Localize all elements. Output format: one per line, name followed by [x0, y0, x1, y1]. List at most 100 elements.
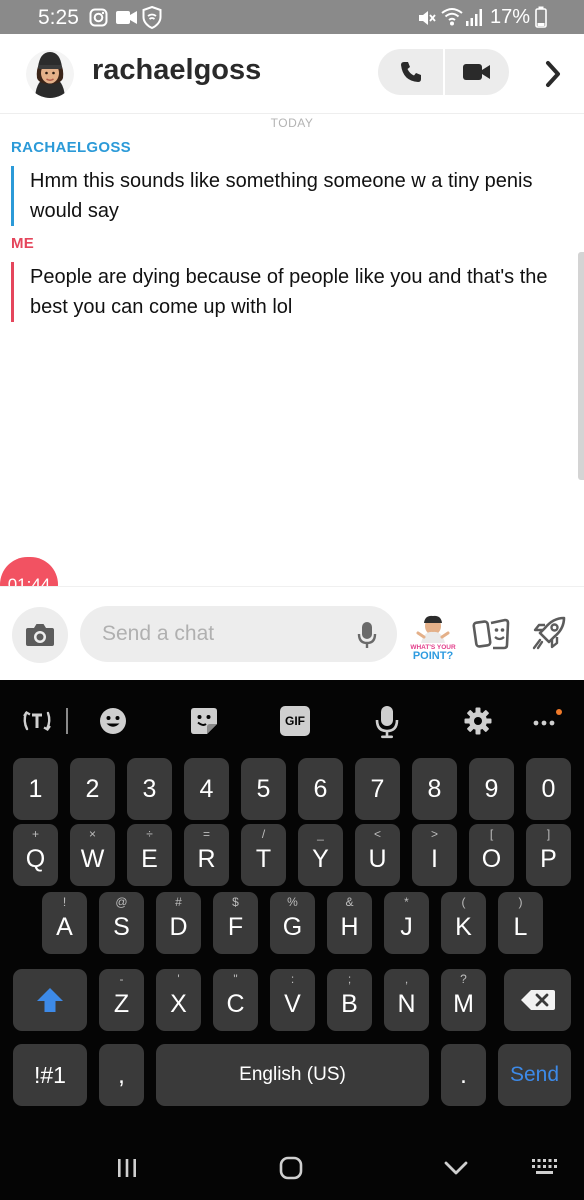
toolbar-divider: [66, 708, 68, 734]
username[interactable]: rachaelgoss: [92, 54, 261, 87]
video-camera-icon: [463, 64, 490, 80]
key-o[interactable]: [O: [469, 824, 514, 886]
mute-icon: [419, 11, 436, 25]
message-text[interactable]: People are dying because of people like …: [11, 262, 571, 322]
key-2[interactable]: 2: [70, 758, 115, 820]
chevron-right-icon: [546, 61, 560, 87]
message-text[interactable]: Hmm this sounds like something someone w…: [11, 166, 571, 226]
key-k[interactable]: (K: [441, 892, 486, 954]
key-z[interactable]: -Z: [99, 969, 144, 1031]
backspace-icon: [520, 990, 555, 1010]
emoji-button[interactable]: [96, 704, 130, 738]
key-8[interactable]: 8: [412, 758, 457, 820]
key-t[interactable]: / T: [241, 824, 286, 886]
key-c[interactable]: " C: [213, 969, 258, 1031]
stickers-icon[interactable]: [472, 617, 510, 651]
sticker-text-line2: POINT?: [413, 650, 454, 661]
key-i[interactable]: > I: [412, 824, 457, 886]
key-7[interactable]: 7: [355, 758, 400, 820]
key-f[interactable]: $ F: [213, 892, 258, 954]
battery-percent: 17%: [490, 6, 531, 28]
key-5[interactable]: 5: [241, 758, 286, 820]
key-1[interactable]: 1: [13, 758, 58, 820]
send-key[interactable]: Send: [498, 1044, 571, 1106]
key-q[interactable]: + Q: [13, 824, 58, 886]
more-button[interactable]: [530, 704, 564, 738]
space-key[interactable]: English (US): [156, 1044, 429, 1106]
key-6[interactable]: 6: [298, 758, 343, 820]
message-sender: RACHAELGOSS: [11, 139, 131, 156]
key-s[interactable]: @ S: [99, 892, 144, 954]
key-a[interactable]: ! A: [42, 892, 87, 954]
key-b[interactable]: ; B: [327, 969, 372, 1031]
rocket-icon[interactable]: [531, 615, 567, 651]
key-3[interactable]: 3: [127, 758, 172, 820]
shift-arrow-icon: [37, 988, 63, 1012]
sticker-button[interactable]: [187, 704, 221, 738]
settings-button[interactable]: [461, 704, 495, 738]
period-key[interactable]: .: [441, 1044, 486, 1106]
avatar[interactable]: [26, 50, 74, 98]
key-4[interactable]: 4: [184, 758, 229, 820]
gif-button[interactable]: GIF: [280, 706, 310, 736]
key-x[interactable]: ' X: [156, 969, 201, 1031]
key-j[interactable]: * J: [384, 892, 429, 954]
settings-icon: [464, 707, 492, 735]
profile-chevron-button[interactable]: [535, 54, 571, 94]
key-0[interactable]: 0: [526, 758, 571, 820]
back-button[interactable]: [441, 1154, 471, 1182]
key-h[interactable]: & H: [327, 892, 372, 954]
status-time: 5:25: [38, 6, 79, 29]
sticker-icon: [191, 708, 217, 734]
microphone-icon[interactable]: [357, 621, 377, 649]
home-icon: [279, 1156, 303, 1180]
instagram-icon: [89, 8, 108, 27]
key-e[interactable]: ÷ E: [127, 824, 172, 886]
voice-call-button[interactable]: [378, 49, 443, 95]
voice-input-button[interactable]: [370, 704, 404, 740]
key-d[interactable]: # D: [156, 892, 201, 954]
camera-button[interactable]: [12, 607, 68, 663]
symbols-key[interactable]: !#1: [13, 1044, 87, 1106]
navigation-bar: [0, 1132, 584, 1200]
key-n[interactable]: ,N: [384, 969, 429, 1031]
battery-icon: [535, 6, 547, 28]
bitmoji-sticker[interactable]: WHAT'S YOUR POINT?: [410, 613, 456, 666]
key-m[interactable]: ? M: [441, 969, 486, 1031]
date-divider: TODAY: [270, 116, 314, 130]
vpn-shield-icon: [142, 6, 162, 29]
text-transform-icon: [23, 711, 51, 731]
key-r[interactable]: = R: [184, 824, 229, 886]
emoji-icon: [100, 708, 126, 734]
recents-button[interactable]: [112, 1154, 142, 1182]
text-transform-button[interactable]: [20, 704, 54, 738]
key-u[interactable]: < U: [355, 824, 400, 886]
comma-key[interactable]: ,: [99, 1044, 144, 1106]
key-w[interactable]: × W: [70, 824, 115, 886]
chat-input-bar: WHAT'S YOUR POINT?: [0, 586, 584, 680]
shift-key[interactable]: [13, 969, 87, 1031]
key-y[interactable]: _ Y: [298, 824, 343, 886]
home-button[interactable]: [276, 1154, 306, 1182]
status-bar: 5:25 17%: [0, 0, 584, 34]
video-call-button[interactable]: [445, 49, 509, 95]
key-9[interactable]: 9: [469, 758, 514, 820]
chat-input[interactable]: [80, 606, 397, 662]
chat-header: rachaelgoss: [0, 34, 584, 114]
backspace-key[interactable]: [504, 969, 571, 1031]
message-sender: ME: [11, 235, 35, 252]
scrollbar[interactable]: [578, 252, 584, 480]
wifi-icon: [441, 8, 463, 26]
key-g[interactable]: % G: [270, 892, 315, 954]
gif-label: GIF: [285, 714, 305, 728]
more-icon: [533, 709, 562, 726]
key-p[interactable]: ] P: [526, 824, 571, 886]
recents-icon: [118, 1159, 136, 1177]
camera-icon: [26, 624, 54, 646]
video-record-icon: [116, 11, 137, 24]
key-l[interactable]: ) L: [498, 892, 543, 954]
signal-icon: [466, 9, 482, 26]
key-v[interactable]: :V: [270, 969, 315, 1031]
voice-input-icon: [375, 706, 399, 739]
keyboard-switch-button[interactable]: [530, 1154, 560, 1182]
